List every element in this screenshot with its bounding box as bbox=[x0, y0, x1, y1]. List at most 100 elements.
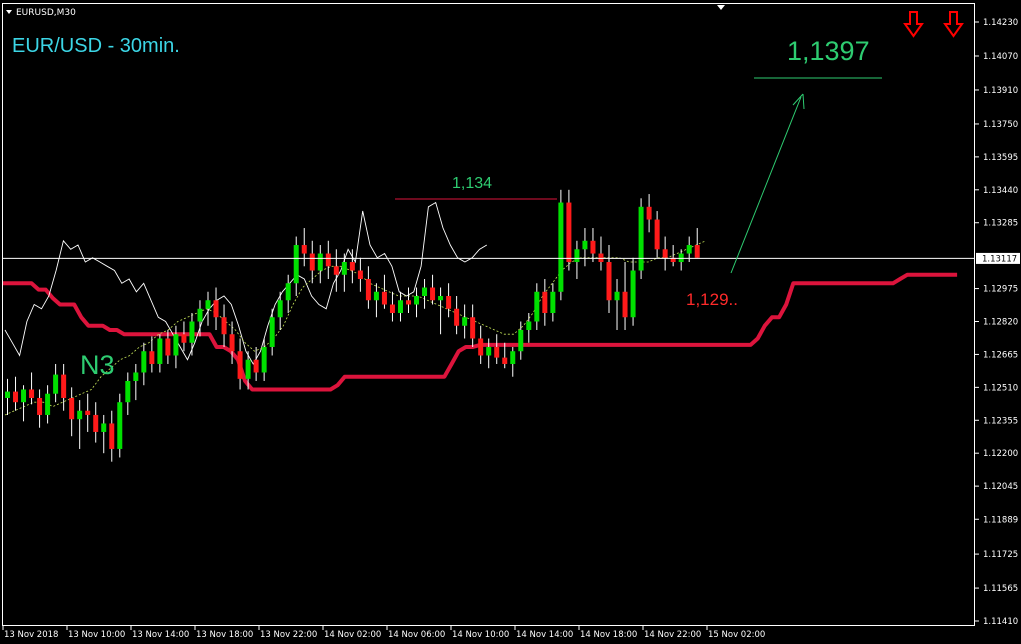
candle-body bbox=[486, 346, 492, 356]
y-tick-label: 1.12820 bbox=[983, 318, 1018, 328]
candle-body bbox=[45, 393, 51, 415]
y-tick-label: 1.14070 bbox=[983, 52, 1018, 62]
candle-body bbox=[694, 245, 700, 258]
candle bbox=[478, 325, 484, 364]
collapse-triangle-icon[interactable] bbox=[6, 10, 12, 14]
candle-body bbox=[117, 402, 123, 449]
candle bbox=[446, 283, 452, 318]
candle-body bbox=[614, 291, 620, 301]
candle-body bbox=[13, 391, 19, 403]
candle bbox=[558, 189, 564, 301]
candle bbox=[293, 236, 299, 297]
candle-body bbox=[133, 372, 139, 381]
candle-body bbox=[149, 351, 155, 364]
candle-body bbox=[470, 317, 476, 339]
candle bbox=[614, 279, 620, 330]
candle-body bbox=[678, 253, 684, 263]
candle bbox=[77, 400, 83, 449]
candle bbox=[221, 304, 227, 347]
candle bbox=[430, 274, 436, 305]
candle bbox=[622, 262, 628, 330]
price-chart[interactable]: 1.14230 1.14070 1.13910 1.13750 1.13595 1.134… bbox=[0, 0, 1021, 644]
candle-body bbox=[261, 346, 267, 373]
candle bbox=[85, 393, 91, 432]
candle-body bbox=[414, 296, 420, 305]
resistance-label: 1,134 bbox=[452, 175, 492, 192]
expand-triangle-icon[interactable] bbox=[717, 5, 725, 10]
candle bbox=[454, 296, 460, 335]
candle-body bbox=[502, 357, 508, 364]
candle bbox=[606, 245, 612, 314]
current-price-label: 1.13117 bbox=[982, 254, 1017, 264]
candle bbox=[93, 402, 99, 443]
candle bbox=[253, 346, 259, 381]
candle bbox=[470, 304, 476, 347]
candle-body bbox=[606, 262, 612, 301]
candle-body bbox=[173, 334, 179, 356]
candle bbox=[317, 245, 323, 284]
candle-body bbox=[422, 287, 428, 297]
y-tick-label: 1.12975 bbox=[983, 285, 1018, 295]
candle bbox=[189, 313, 195, 356]
candle-body bbox=[590, 240, 596, 254]
candle-body bbox=[285, 283, 291, 301]
candle bbox=[109, 410, 115, 462]
candle bbox=[518, 321, 524, 360]
candle bbox=[37, 389, 43, 428]
candle-body bbox=[526, 321, 532, 330]
support-label: 1,129.. bbox=[686, 290, 738, 309]
candle bbox=[365, 266, 371, 309]
symbol-label: EURUSD,M30 bbox=[16, 8, 76, 18]
candle bbox=[21, 385, 27, 422]
y-tick-label: 1.13910 bbox=[983, 86, 1018, 96]
candle bbox=[534, 283, 540, 330]
candle-body bbox=[141, 351, 147, 373]
x-tick-label: 15 Nov 02:00 bbox=[708, 630, 765, 640]
candle-body bbox=[478, 338, 484, 356]
y-tick-label: 1.13750 bbox=[983, 120, 1018, 130]
candle-body bbox=[69, 397, 75, 420]
candle bbox=[494, 334, 500, 364]
x-tick-label: 13 Nov 2018 bbox=[4, 630, 58, 640]
projection-arrowhead bbox=[792, 93, 805, 110]
candle-body bbox=[357, 270, 363, 280]
candle-body bbox=[93, 414, 99, 432]
down-arrow-icon bbox=[903, 11, 924, 38]
candle bbox=[582, 228, 588, 267]
candle-body bbox=[686, 245, 692, 254]
candle bbox=[181, 321, 187, 352]
candle bbox=[141, 342, 147, 386]
projection-arrow-line bbox=[730, 96, 802, 274]
candle bbox=[654, 211, 660, 258]
candle bbox=[397, 291, 403, 322]
candle-body bbox=[85, 410, 91, 415]
candle bbox=[117, 393, 123, 458]
candle-body bbox=[221, 317, 227, 335]
candle-body bbox=[77, 410, 83, 420]
candle bbox=[670, 245, 676, 267]
candle bbox=[53, 363, 59, 403]
candle-body bbox=[189, 321, 195, 343]
candle-body bbox=[630, 270, 636, 318]
candle-body bbox=[157, 338, 163, 364]
x-tick-label: 14 Nov 22:00 bbox=[644, 630, 701, 640]
candle-body bbox=[309, 253, 315, 271]
candle bbox=[101, 414, 107, 454]
x-tick-label: 14 Nov 06:00 bbox=[388, 630, 445, 640]
candle-body bbox=[341, 262, 347, 275]
candle-body bbox=[598, 253, 604, 263]
candle-body bbox=[646, 206, 652, 220]
x-tick-label: 14 Nov 18:00 bbox=[580, 630, 637, 640]
candle bbox=[157, 334, 163, 373]
candle-body bbox=[574, 249, 580, 263]
candle bbox=[301, 228, 307, 267]
candle-body bbox=[550, 291, 556, 314]
y-tick-label: 1.12510 bbox=[983, 383, 1018, 393]
candle bbox=[45, 385, 51, 424]
candle bbox=[29, 372, 35, 405]
y-tick-label: 1.14230 bbox=[983, 18, 1018, 28]
candle bbox=[510, 346, 516, 377]
candle bbox=[325, 240, 331, 280]
y-tick-label: 1.12200 bbox=[983, 449, 1018, 459]
x-tick-label: 14 Nov 02:00 bbox=[324, 630, 381, 640]
